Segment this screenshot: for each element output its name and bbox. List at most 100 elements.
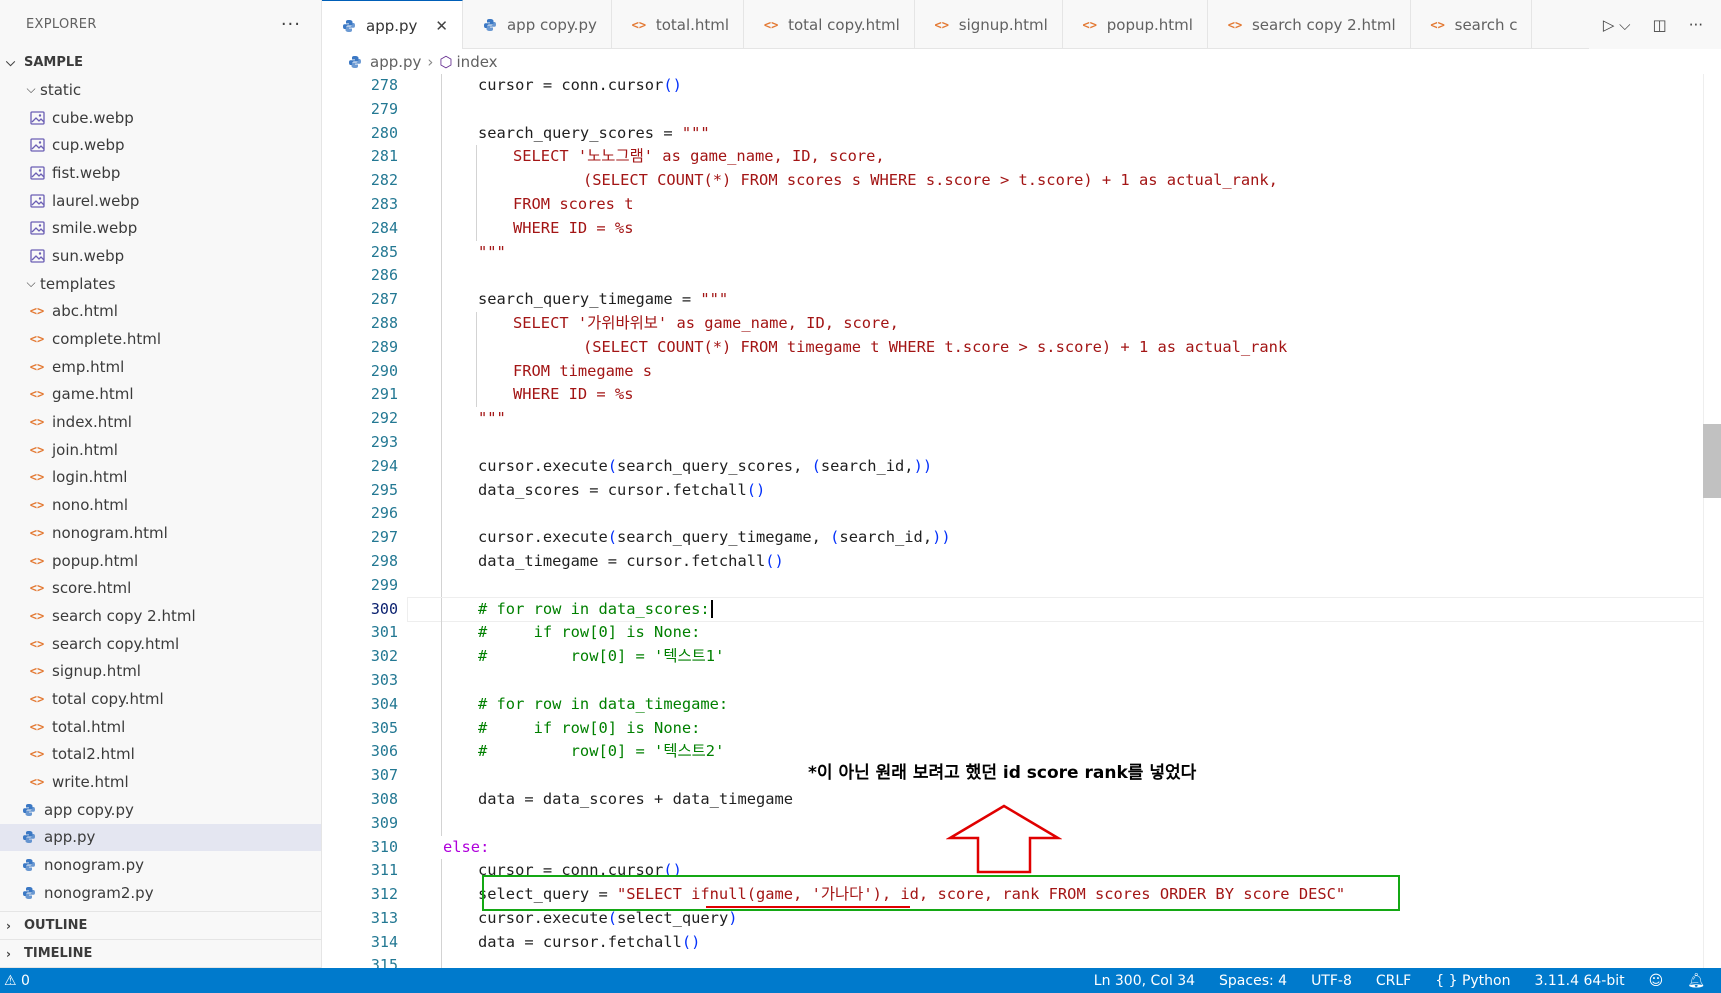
tree-file[interactable]: <> abc.html: [0, 298, 321, 326]
tree-file[interactable]: <> nono.html: [0, 491, 321, 519]
feedback-icon[interactable]: ☺: [1649, 973, 1664, 989]
breadcrumb-symbol[interactable]: index: [457, 53, 498, 71]
code-line[interactable]: cursor = conn.cursor(): [408, 74, 1703, 98]
tree-file[interactable]: cube.webp: [0, 104, 321, 132]
code-line[interactable]: cursor.execute(search_query_timegame, (s…: [408, 526, 1703, 550]
line-number: 312: [370, 885, 398, 904]
tree-folder[interactable]: ⌵ static: [0, 76, 321, 104]
code-line[interactable]: SELECT '노노그램' as game_name, ID, score,: [408, 145, 1703, 170]
run-icon[interactable]: ▷ ⌵: [1603, 16, 1631, 34]
tree-item-label: complete.html: [52, 330, 161, 349]
folder-root[interactable]: ⌵ SAMPLE: [0, 48, 321, 76]
code-line[interactable]: # row[0] = '텍스트1': [408, 645, 1703, 669]
code-line[interactable]: [408, 954, 1703, 968]
code-line[interactable]: # if row[0] is None:: [408, 621, 1703, 646]
tree-file[interactable]: cup.webp: [0, 131, 321, 159]
code-line[interactable]: [408, 430, 1703, 455]
code-line[interactable]: [408, 668, 1703, 693]
indentation[interactable]: Spaces: 4: [1219, 973, 1287, 989]
code-line[interactable]: cursor.execute(select_query): [408, 906, 1703, 931]
line-number-gutter: 278 279 280 281 282 283 284 285 286 287 288 289 290 2…: [322, 74, 408, 968]
tree-file[interactable]: nonogram2.py: [0, 879, 321, 907]
close-icon[interactable]: ✕: [435, 17, 448, 35]
tree-file[interactable]: smile.webp: [0, 214, 321, 242]
tab-app-py[interactable]: app.py ✕: [322, 0, 463, 50]
code-line[interactable]: search_query_scores = """: [408, 121, 1703, 146]
language-mode[interactable]: { } Python: [1435, 973, 1510, 989]
code-line[interactable]: [408, 573, 1703, 598]
code-line[interactable]: data_timegame = cursor.fetchall(): [408, 549, 1703, 574]
timeline-section[interactable]: › TIMELINE: [0, 940, 321, 968]
code-line[interactable]: # for row in data_timegame:: [408, 692, 1703, 717]
tree-file[interactable]: <> popup.html: [0, 547, 321, 575]
breadcrumb-file[interactable]: app.py: [370, 53, 421, 71]
tree-file[interactable]: nonogram.py: [0, 851, 321, 879]
line-number: 296: [370, 504, 398, 523]
tree-file[interactable]: app.py: [0, 823, 321, 852]
code-line[interactable]: """: [408, 407, 1703, 431]
code-line[interactable]: (SELECT COUNT(*) FROM timegame t WHERE t…: [408, 335, 1703, 360]
scrollbar-thumb[interactable]: [1703, 424, 1721, 498]
code-text: data_timegame = cursor.fetchall(): [478, 551, 784, 570]
tree-file[interactable]: <> total2.html: [0, 741, 321, 769]
indent-guide: [441, 454, 442, 479]
tree-file[interactable]: <> join.html: [0, 436, 321, 464]
tree-file[interactable]: <> score.html: [0, 574, 321, 602]
code-line[interactable]: # for row in data_scores:: [407, 596, 1704, 623]
code-line[interactable]: [408, 97, 1703, 122]
tab-popup-html[interactable]: <> popup.html: [1063, 0, 1208, 49]
tree-item-label: app copy.py: [44, 800, 134, 819]
tree-file[interactable]: <> nonogram.html: [0, 519, 321, 547]
tree-file[interactable]: <> complete.html: [0, 325, 321, 353]
code-line[interactable]: [408, 264, 1703, 289]
encoding[interactable]: UTF-8: [1311, 973, 1352, 989]
outline-section[interactable]: › OUTLINE: [0, 912, 321, 940]
tree-file[interactable]: app copy.py: [0, 796, 321, 824]
tab-search-copy-2-html[interactable]: <> search copy 2.html: [1208, 0, 1411, 49]
tree-file[interactable]: <> signup.html: [0, 657, 321, 685]
tab-app-copy-py[interactable]: app copy.py: [463, 0, 612, 49]
vertical-scrollbar[interactable]: [1703, 74, 1721, 968]
tree-file[interactable]: <> search copy.html: [0, 630, 321, 658]
tree-file[interactable]: fist.webp: [0, 159, 321, 187]
tree-file[interactable]: <> write.html: [0, 768, 321, 796]
html-file-icon: <>: [29, 470, 45, 485]
code-line[interactable]: data = cursor.fetchall(): [408, 930, 1703, 955]
more-actions-icon[interactable]: ···: [281, 14, 301, 35]
code-line[interactable]: WHERE ID = %s: [408, 383, 1703, 408]
python-interpreter[interactable]: 3.11.4 64-bit: [1534, 973, 1624, 989]
code-line[interactable]: FROM scores t: [408, 192, 1703, 217]
tree-file[interactable]: <> index.html: [0, 408, 321, 436]
tab-total-copy-html[interactable]: <> total copy.html: [744, 0, 915, 49]
tree-file[interactable]: laurel.webp: [0, 187, 321, 215]
code-line[interactable]: SELECT '가위바위보' as game_name, ID, score,: [408, 311, 1703, 336]
code-line[interactable]: (SELECT COUNT(*) FROM scores s WHERE s.s…: [408, 169, 1703, 193]
tab-search-c[interactable]: <> search c: [1411, 0, 1533, 49]
tree-file[interactable]: <> game.html: [0, 381, 321, 409]
tree-file[interactable]: <> search copy 2.html: [0, 602, 321, 630]
code-line[interactable]: FROM timegame s: [408, 359, 1703, 384]
code-line[interactable]: [408, 502, 1703, 527]
end-of-line[interactable]: CRLF: [1376, 973, 1411, 989]
code-line[interactable]: # if row[0] is None:: [408, 716, 1703, 741]
tree-file[interactable]: <> login.html: [0, 464, 321, 492]
tree-file[interactable]: <> emp.html: [0, 353, 321, 381]
code-line[interactable]: data_scores = cursor.fetchall(): [408, 478, 1703, 503]
code-line[interactable]: WHERE ID = %s: [408, 216, 1703, 241]
indent-guide: [441, 430, 442, 455]
tree-file[interactable]: <> total.html: [0, 713, 321, 741]
split-editor-icon[interactable]: ◫: [1653, 16, 1667, 34]
cursor-position[interactable]: Ln 300, Col 34: [1094, 973, 1195, 989]
tree-file[interactable]: <> total copy.html: [0, 685, 321, 713]
tab-total-html[interactable]: <> total.html: [612, 0, 745, 49]
notifications-bell-icon[interactable]: 🔔︎: [1687, 973, 1705, 989]
problems-indicator[interactable]: ⚠ 0: [4, 973, 30, 989]
tree-file[interactable]: sun.webp: [0, 242, 321, 270]
more-actions-icon[interactable]: ···: [1689, 16, 1703, 34]
tab-signup-html[interactable]: <> signup.html: [915, 0, 1063, 49]
code-line[interactable]: select_query = "SELECT ifnull(game, '가나다…: [408, 883, 1703, 907]
code-line[interactable]: cursor.execute(search_query_scores, (sea…: [408, 454, 1703, 479]
code-line[interactable]: search_query_timegame = """: [408, 288, 1703, 312]
code-line[interactable]: """: [408, 240, 1703, 265]
tree-folder[interactable]: ⌵ templates: [0, 270, 321, 298]
